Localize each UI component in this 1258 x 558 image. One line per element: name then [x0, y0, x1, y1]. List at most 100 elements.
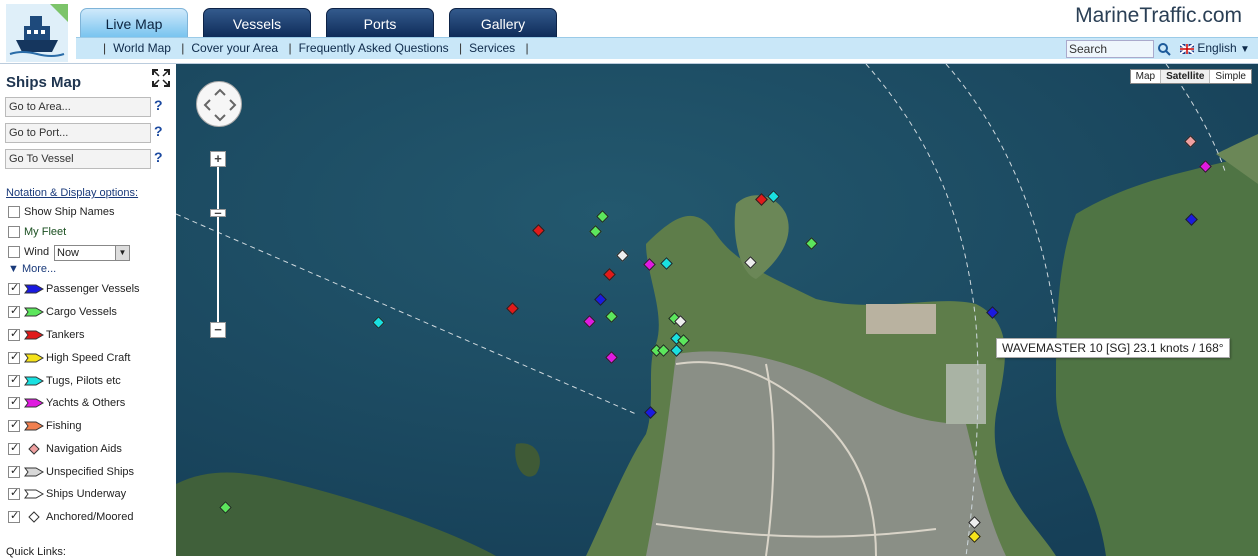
tab-vessels[interactable]: Vessels [203, 8, 311, 38]
legend-item[interactable]: Tugs, Pilots etc [8, 373, 121, 390]
legend-checkbox[interactable] [8, 350, 20, 365]
legend-item[interactable]: Fishing [8, 418, 82, 435]
brand-title[interactable]: MarineTraffic.com [1075, 4, 1242, 28]
vessel-arrow-icon [24, 489, 45, 499]
my-fleet-checkbox[interactable] [8, 226, 20, 239]
legend-label: Ships Underway [46, 488, 127, 500]
sub-navigation: | World Map | Cover your Area | Frequently … [76, 37, 1258, 59]
chevron-down-icon: ▼ [1240, 44, 1250, 55]
more-options-toggle[interactable]: ▼ More... [8, 263, 56, 275]
vessel-arrow-icon [24, 421, 45, 431]
map-type-simple[interactable]: Simple [1210, 70, 1251, 83]
map-type-map[interactable]: Map [1131, 70, 1162, 83]
help-icon[interactable]: ? [154, 97, 166, 113]
legend-item[interactable]: Yachts & Others [8, 395, 126, 412]
legend-checkbox[interactable] [8, 509, 20, 524]
show-ship-names-checkbox[interactable] [8, 206, 20, 219]
legend-checkbox[interactable] [8, 395, 20, 410]
legend-item[interactable]: Tankers [8, 327, 85, 344]
diamond-icon [28, 511, 40, 523]
legend-label: Navigation Aids [46, 443, 122, 455]
legend-label: Tankers [46, 329, 85, 341]
legend-item[interactable]: Unspecified Ships [8, 464, 135, 481]
fullscreen-icon[interactable] [151, 68, 171, 88]
option-label: Show Ship Names [24, 206, 115, 218]
sidebar: Ships Map Go to Area... ? Go to Port... … [0, 64, 176, 558]
legend-checkbox[interactable] [8, 464, 20, 479]
legend-item[interactable]: Anchored/Moored [8, 509, 134, 526]
wind-checkbox[interactable] [8, 246, 20, 259]
language-selector[interactable]: English ▼ [1179, 41, 1250, 55]
my-fleet-option[interactable]: My Fleet [8, 225, 66, 241]
legend-item[interactable]: Passenger Vessels [8, 281, 140, 298]
vessel-arrow-icon [24, 376, 45, 386]
tab-live-map[interactable]: Live Map [80, 8, 188, 38]
zoom-in-button[interactable]: + [210, 151, 226, 167]
subnav-cover-area[interactable]: Cover your Area [191, 41, 278, 55]
marinetraffic-logo[interactable] [6, 4, 68, 62]
language-label: English [1197, 41, 1237, 55]
vessel-arrow-icon [24, 307, 45, 317]
legend-checkbox[interactable] [8, 373, 20, 388]
legend-item[interactable]: Ships Underway [8, 486, 127, 503]
search-icon[interactable] [1156, 40, 1172, 58]
subnav-world-map[interactable]: World Map [113, 41, 171, 55]
vessel-tooltip: WAVEMASTER 10 [SG] 23.1 knots / 168° [996, 338, 1230, 358]
zoom-out-button[interactable]: − [210, 322, 226, 338]
legend-checkbox[interactable] [8, 441, 20, 456]
zoom-slider-track[interactable] [217, 159, 219, 327]
subnav-services[interactable]: Services [469, 41, 515, 55]
tab-ports[interactable]: Ports [326, 8, 434, 38]
legend-checkbox[interactable] [8, 486, 20, 501]
pan-control[interactable] [196, 81, 242, 127]
tab-gallery[interactable]: Gallery [449, 8, 557, 38]
legend-checkbox[interactable] [8, 327, 20, 342]
legend-label: Passenger Vessels [46, 283, 140, 295]
help-icon[interactable]: ? [154, 123, 166, 139]
search-input[interactable]: Search [1066, 40, 1154, 58]
triangle-down-icon: ▼ [8, 263, 19, 275]
legend-item[interactable]: Cargo Vessels [8, 304, 117, 321]
legend-label: Fishing [46, 420, 82, 432]
sidebar-title: Ships Map [6, 74, 82, 91]
zoom-slider-handle[interactable]: – [210, 206, 226, 219]
option-label: Wind [24, 246, 50, 258]
vessel-arrow-icon [24, 353, 45, 363]
legend-label: Anchored/Moored [46, 511, 134, 523]
chevron-down-icon: ▼ [115, 246, 129, 260]
diamond-icon [28, 443, 40, 455]
quick-links-heading: Quick Links: [6, 546, 66, 558]
legend-label: Yachts & Others [46, 397, 126, 409]
map-type-control[interactable]: Map Satellite Simple [1129, 69, 1252, 84]
legend-label: Unspecified Ships [46, 466, 135, 478]
legend-item[interactable]: Navigation Aids [8, 441, 122, 458]
legend-checkbox[interactable] [8, 281, 20, 296]
wind-value: Now [57, 247, 80, 259]
legend-label: High Speed Craft [46, 352, 131, 364]
help-icon[interactable]: ? [154, 149, 166, 165]
uk-flag-icon [1179, 43, 1195, 55]
legend-label: Cargo Vessels [46, 306, 117, 318]
go-to-area-input[interactable]: Go to Area... [5, 97, 151, 117]
vessel-arrow-icon [24, 330, 45, 340]
notation-options-link[interactable]: Notation & Display options: [6, 187, 138, 199]
more-label: More... [21, 263, 57, 275]
go-to-vessel-input[interactable]: Go To Vessel [5, 149, 151, 169]
legend-checkbox[interactable] [8, 418, 20, 433]
header: MarineTraffic.com Live Map Vessels Ports… [0, 0, 1258, 64]
subnav-faq[interactable]: Frequently Asked Questions [299, 41, 449, 55]
go-to-port-input[interactable]: Go to Port... [5, 123, 151, 143]
wind-time-select[interactable]: Now ▼ [54, 245, 130, 261]
satellite-imagery [176, 64, 1258, 556]
vessel-arrow-icon [24, 284, 45, 294]
map-type-satellite[interactable]: Satellite [1161, 70, 1211, 83]
option-label: My Fleet [24, 226, 67, 238]
wind-option[interactable]: Wind [8, 245, 49, 261]
legend-label: Tugs, Pilots etc [46, 375, 121, 387]
vessel-arrow-icon [24, 398, 45, 408]
legend-checkbox[interactable] [8, 304, 20, 319]
vessel-arrow-icon [24, 467, 45, 477]
show-ship-names-option[interactable]: Show Ship Names [8, 205, 115, 221]
legend-item[interactable]: High Speed Craft [8, 350, 131, 367]
live-map[interactable]: + – − Map Satellite Simple WAVEMASTER 10… [176, 64, 1258, 556]
